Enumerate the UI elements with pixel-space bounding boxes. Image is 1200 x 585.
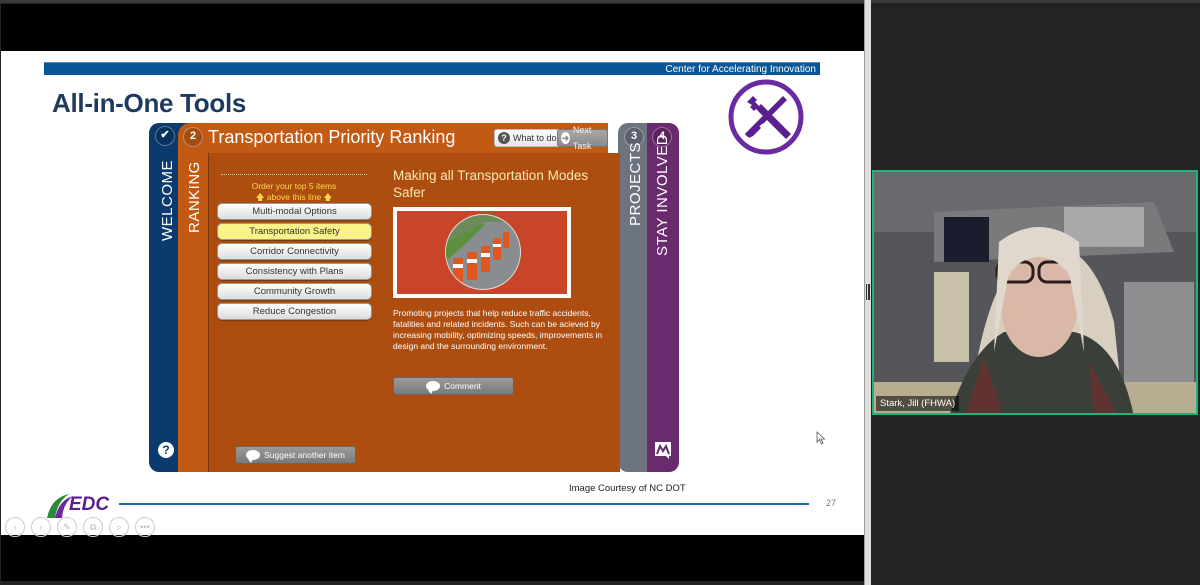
edc-logo-text: EDC [69, 494, 109, 515]
suggest-item-button[interactable]: Suggest another item [235, 446, 356, 464]
more-options-button[interactable]: ••• [135, 517, 155, 537]
tab-stay-involved-label: STAY INVOLVED [654, 133, 671, 256]
slide-header-bar: Center for Accelerating Innovation [44, 62, 820, 75]
window-top-edge [0, 0, 1200, 3]
tab-ranking-label: RANKING [186, 161, 203, 233]
comment-label: Comment [444, 381, 481, 391]
ranking-item[interactable]: Multi-modal Options [217, 203, 372, 220]
mouse-cursor-icon [816, 431, 826, 445]
detail-image-frame [393, 207, 571, 298]
ranking-item[interactable]: Reduce Congestion [217, 303, 372, 320]
speech-bubble-icon [426, 381, 441, 394]
tools-wrench-screwdriver-icon [728, 79, 804, 155]
order-line-2-row: 🡅 above this line 🡅 [209, 192, 379, 203]
mindmixer-logo-icon[interactable] [654, 441, 672, 459]
detail-image [397, 211, 567, 294]
tab-ranking: 2 RANKING Transportation Priority Rankin… [178, 123, 620, 472]
next-task-button[interactable]: ➜ Next Task [557, 125, 608, 151]
zoom-meeting-window: Center for Accelerating Innovation All-i… [0, 0, 1200, 585]
order-instructions: Order your top 5 items 🡅 above this line… [209, 181, 379, 203]
question-circle-icon: ? [498, 132, 510, 144]
presentation-slide: Center for Accelerating Innovation All-i… [1, 51, 864, 537]
what-to-do-button[interactable]: ? What to do [494, 129, 563, 147]
what-to-do-label: What to do [513, 133, 557, 143]
slide-header-text: Center for Accelerating Innovation [665, 64, 816, 75]
ranking-item-selected[interactable]: Transportation Safety [217, 223, 372, 240]
participant-video-frame [874, 172, 1196, 413]
footer-line [119, 503, 809, 505]
participant-video-tile[interactable]: Stark, Jill (FHWA) [872, 170, 1198, 415]
arrow-up-icon: 🡅 [255, 192, 265, 202]
ranking-content-panel: Order your top 5 items 🡅 above this line… [208, 153, 620, 472]
image-courtesy: Image Courtesy of NC DOT [569, 483, 686, 494]
see-all-slides-button[interactable]: ⧉ [83, 517, 103, 537]
ranking-cutoff-line [221, 174, 367, 175]
help-icon[interactable]: ? [158, 442, 174, 458]
next-task-label: Next Task [572, 125, 592, 151]
ranking-item[interactable]: Consistency with Plans [217, 263, 372, 280]
slide-controls: ‹ › ✎ ⧉ ⌕ ••• [5, 517, 155, 537]
tab-stay-involved[interactable]: 4 STAY INVOLVED [647, 123, 679, 472]
zoom-slide-button[interactable]: ⌕ [109, 517, 129, 537]
tab-ranking-number: 2 [183, 127, 203, 147]
comment-button[interactable]: Comment [393, 377, 514, 395]
edc-logo: EDC [47, 494, 109, 518]
detail-description: Promoting projects that help reduce traf… [393, 308, 603, 351]
priority-ranking-app: ✔ WELCOME ? 3 PROJECTS 4 STAY INVOLVED 2… [149, 123, 679, 472]
order-line-1: Order your top 5 items [251, 181, 337, 191]
speech-bubble-icon [246, 450, 261, 463]
order-line-2: above this line [266, 192, 322, 202]
suggest-label: Suggest another item [264, 450, 345, 460]
traffic-barrels-photo [445, 214, 521, 290]
ranking-item[interactable]: Corridor Connectivity [217, 243, 372, 260]
slide-title: All-in-One Tools [52, 88, 247, 118]
previous-slide-button[interactable]: ‹ [5, 517, 25, 537]
detail-title: Making all Transportation Modes Safer [393, 168, 589, 200]
shared-screen: Center for Accelerating Innovation All-i… [1, 4, 864, 581]
next-slide-button[interactable]: › [31, 517, 51, 537]
pen-tool-button[interactable]: ✎ [57, 517, 77, 537]
ranking-item[interactable]: Community Growth [217, 283, 372, 300]
app-title: Transportation Priority Ranking [208, 127, 456, 147]
participant-name-label: Stark, Jill (FHWA) [876, 396, 960, 411]
slide-page-number: 27 [826, 498, 837, 508]
arrow-up-icon: 🡅 [323, 192, 333, 202]
ranking-list: Multi-modal Options Transportation Safet… [217, 203, 372, 323]
tab-projects-label: PROJECTS [627, 141, 644, 226]
tab-welcome-label: WELCOME [159, 159, 176, 241]
divider-grip-handle[interactable] [866, 284, 871, 300]
welcome-check-icon: ✔ [155, 126, 175, 146]
arrow-right-circle-icon: ➜ [561, 132, 570, 144]
